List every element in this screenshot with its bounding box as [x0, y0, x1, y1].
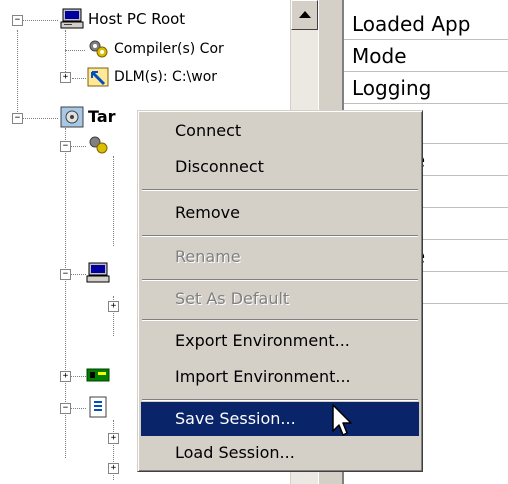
tree-expander[interactable]: −: [12, 113, 23, 124]
menu-separator: [142, 279, 418, 281]
menu-item-export-environment[interactable]: Export Environment...: [141, 325, 419, 357]
property-row: Loaded App: [344, 8, 508, 40]
menu-separator: [142, 399, 418, 401]
dlm-folder-icon: [86, 66, 110, 88]
tree-connector: [22, 20, 58, 21]
tree-expander[interactable]: +: [108, 463, 119, 474]
menu-separator: [142, 235, 418, 237]
gears-icon: [86, 134, 110, 156]
document-icon: [86, 396, 110, 418]
tree-connector: [17, 30, 18, 120]
menu-item-load-session[interactable]: Load Session...: [141, 437, 419, 469]
tree-expander[interactable]: −: [60, 269, 71, 280]
menu-item-disconnect[interactable]: Disconnect: [141, 151, 419, 183]
tree-node-label[interactable]: DLM(s): C:\wor: [114, 66, 217, 88]
tree-expander[interactable]: +: [60, 72, 71, 83]
menu-item-rename[interactable]: Rename: [141, 241, 419, 273]
tree-expander[interactable]: +: [108, 433, 119, 444]
menu-item-connect[interactable]: Connect: [141, 115, 419, 147]
tree-connector: [70, 274, 86, 275]
computer-icon: [86, 262, 110, 284]
menu-item-remove[interactable]: Remove: [141, 197, 419, 229]
tree-connector: [70, 146, 86, 147]
tree-node-label[interactable]: Host PC Root: [88, 8, 185, 30]
tree-expander[interactable]: −: [60, 403, 71, 414]
tree-node-label[interactable]: Compiler(s) Cor: [114, 38, 224, 60]
arrow-up-icon: [299, 11, 311, 18]
menu-item-save-session[interactable]: Save Session...: [141, 402, 419, 436]
board-icon: [86, 364, 110, 386]
tree-expander[interactable]: +: [60, 371, 71, 382]
menu-item-import-environment[interactable]: Import Environment...: [141, 361, 419, 393]
context-menu: Connect Disconnect Remove Rename Set As …: [137, 110, 423, 472]
tree-connector: [22, 118, 58, 119]
tree-connector: [72, 78, 86, 79]
property-row: Logging: [344, 72, 508, 104]
mouse-cursor-icon: [332, 404, 356, 440]
tree-connector: [70, 408, 86, 409]
gears-icon: [86, 38, 110, 60]
menu-item-set-as-default[interactable]: Set As Default: [141, 283, 419, 315]
tree-connector: [70, 376, 86, 377]
tree-connector: [113, 156, 114, 246]
menu-separator: [142, 189, 418, 191]
menu-separator: [142, 319, 418, 321]
target-icon: [60, 106, 84, 128]
tree-node-label[interactable]: Tar: [88, 106, 116, 128]
tree-expander[interactable]: −: [60, 141, 71, 152]
computer-icon: [60, 8, 84, 30]
scroll-up-button[interactable]: [291, 0, 318, 30]
property-row: Mode: [344, 40, 508, 72]
tree-expander[interactable]: −: [12, 15, 23, 26]
tree-expander[interactable]: +: [108, 301, 119, 312]
tree-connector: [65, 50, 85, 51]
